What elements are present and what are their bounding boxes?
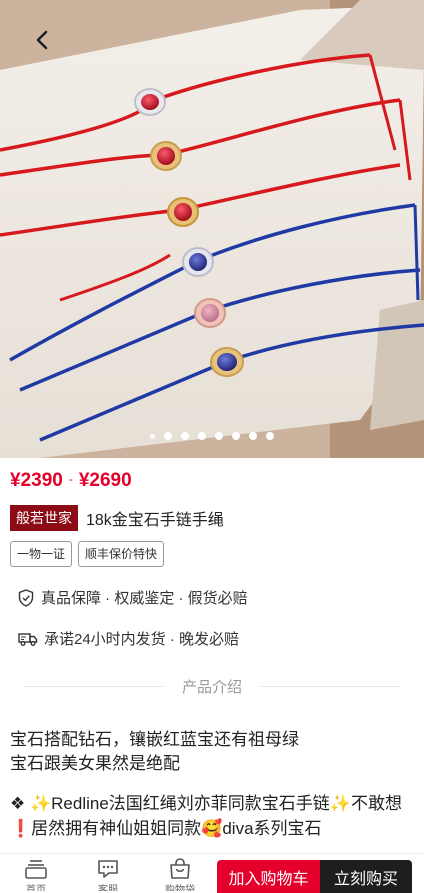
carousel-dot[interactable]	[215, 432, 223, 440]
add-to-cart-button[interactable]: 加入购物车	[217, 860, 320, 893]
bag-icon	[170, 858, 190, 879]
carousel-dot[interactable]	[198, 432, 206, 440]
carousel-dot[interactable]	[232, 432, 240, 440]
product-description: 宝石搭配钻石，镶嵌红蓝宝还有祖母绿 宝石跟美女果然是绝配	[10, 728, 416, 776]
product-image-carousel[interactable]	[0, 0, 424, 458]
description-line: 宝石跟美女果然是绝配	[10, 754, 180, 773]
badge-shipping: 顺丰保价特快	[78, 541, 165, 567]
product-title-row: 般若世家 18k金宝石手链手绳	[10, 505, 224, 531]
price-high: ¥2690	[78, 470, 132, 491]
chevron-left-icon	[36, 30, 48, 50]
brand-tag[interactable]: 般若世家	[10, 505, 78, 531]
nav-customer-service[interactable]: 客服	[72, 854, 144, 893]
nav-label: 客服	[98, 885, 118, 891]
bottom-action-bar: 首页 客服 购物袋 加入购物车 立刻购买	[0, 853, 424, 893]
chat-icon	[98, 860, 118, 878]
nav-home[interactable]: 首页	[0, 854, 72, 893]
guarantee-text: 真品保障 · 权威鉴定 · 假货必赔	[41, 590, 248, 607]
carousel-dot[interactable]	[266, 432, 274, 440]
price-low: ¥2390	[10, 470, 63, 491]
section-title: 产品介绍	[181, 679, 242, 696]
product-description-paragraph: ❖ ✨Redline法国红绳刘亦菲同款宝石手链✨不敢想❗居然拥有神仙姐姐同款🥰d…	[10, 794, 402, 838]
badge-certificate: 一物一证	[10, 541, 73, 567]
divider-right	[260, 686, 400, 687]
shipping-row[interactable]: 承诺24小时内发货 · 晚发必赔	[18, 628, 239, 649]
price-range: ¥2390 - ¥2690	[10, 470, 132, 492]
carousel-indicator	[0, 432, 424, 440]
shipping-text: 承诺24小时内发货 · 晚发必赔	[44, 631, 240, 648]
buy-now-button[interactable]: 立刻购买	[320, 860, 412, 893]
home-icon	[25, 860, 47, 879]
service-badges: 一物一证 顺丰保价特快	[10, 541, 165, 567]
shield-check-icon	[18, 588, 34, 607]
description-line: 宝石搭配钻石，镶嵌红蓝宝还有祖母绿	[10, 730, 299, 749]
carousel-dot[interactable]	[150, 433, 155, 439]
product-title: 18k金宝石手链手绳	[86, 512, 224, 529]
carousel-dot[interactable]	[249, 432, 257, 440]
divider-left	[23, 686, 164, 687]
truck-icon	[18, 632, 38, 646]
carousel-dot[interactable]	[181, 432, 189, 440]
nav-label: 首页	[26, 885, 46, 891]
back-button[interactable]	[34, 30, 66, 62]
guarantee-row[interactable]: 真品保障 · 权威鉴定 · 假货必赔	[18, 587, 248, 608]
price-separator: -	[68, 472, 73, 486]
product-photo	[0, 0, 424, 458]
carousel-dot[interactable]	[164, 432, 172, 440]
nav-label: 购物袋	[165, 885, 195, 891]
section-header: 产品介绍	[0, 676, 424, 697]
nav-shopping-bag[interactable]: 购物袋	[144, 854, 216, 893]
